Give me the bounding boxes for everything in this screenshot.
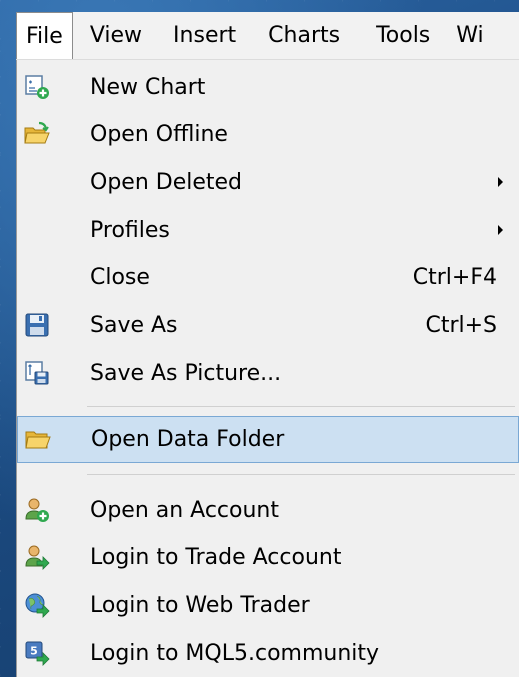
open-folder-icon: [24, 121, 50, 147]
menu-item-save-as-picture[interactable]: Save As Picture...: [17, 350, 519, 396]
submenu-arrow-icon: [498, 225, 503, 235]
menu-item-label: Open Offline: [90, 121, 228, 147]
menu-item-login-trade-account[interactable]: Login to Trade Account: [17, 534, 519, 580]
menu-item-save-as[interactable]: Save As Ctrl+S: [17, 302, 519, 348]
floppy-disk-icon: [24, 312, 50, 338]
menu-item-profiles[interactable]: Profiles: [17, 207, 519, 253]
user-login-icon: [24, 544, 50, 570]
menu-item-login-mql5[interactable]: 5 Login to MQL5.community: [17, 630, 519, 676]
user-add-icon: [24, 497, 50, 523]
menu-bar: File View Insert Charts Tools Wi: [16, 12, 519, 60]
menu-charts[interactable]: Charts: [250, 12, 358, 59]
menu-item-new-chart[interactable]: New Chart: [17, 64, 519, 110]
menu-item-open-data-folder[interactable]: Open Data Folder: [17, 416, 519, 463]
menu-item-label: Login to Web Trader: [90, 592, 310, 618]
menu-item-label: Close: [90, 264, 150, 290]
file-menu-dropdown: New Chart Open Offline Open Deleted Prof…: [16, 60, 519, 677]
menu-item-label: Open an Account: [90, 497, 279, 523]
menu-file[interactable]: File: [16, 12, 73, 59]
menu-tools[interactable]: Tools: [358, 12, 448, 59]
menu-window[interactable]: Wi: [448, 12, 491, 59]
menu-separator: [87, 406, 515, 407]
globe-login-icon: [24, 592, 50, 618]
menu-item-label: Login to Trade Account: [90, 544, 342, 570]
menu-item-label: Profiles: [90, 217, 170, 243]
menu-item-label: Save As Picture...: [90, 360, 282, 386]
save-picture-icon: [24, 360, 50, 386]
menu-view[interactable]: View: [73, 12, 159, 59]
mql5-login-icon: 5: [24, 640, 50, 666]
menu-separator: [87, 474, 515, 475]
folder-icon: [25, 427, 51, 453]
menu-item-open-offline[interactable]: Open Offline: [17, 111, 519, 157]
menu-item-shortcut: Ctrl+F4: [412, 264, 497, 290]
menu-item-close[interactable]: Close Ctrl+F4: [17, 254, 519, 300]
menu-item-open-account[interactable]: Open an Account: [17, 487, 519, 533]
menu-item-label: Save As: [90, 312, 178, 338]
menu-item-label: Open Data Folder: [91, 427, 285, 452]
menu-item-label: Login to MQL5.community: [90, 640, 380, 666]
new-chart-icon: [24, 74, 50, 100]
svg-text:5: 5: [30, 645, 38, 658]
menu-item-label: New Chart: [90, 74, 206, 100]
submenu-arrow-icon: [498, 177, 503, 187]
menu-item-login-web-trader[interactable]: Login to Web Trader: [17, 582, 519, 628]
menu-item-open-deleted[interactable]: Open Deleted: [17, 159, 519, 205]
menu-insert[interactable]: Insert: [159, 12, 250, 59]
menu-item-shortcut: Ctrl+S: [425, 312, 497, 338]
menu-item-label: Open Deleted: [90, 169, 243, 195]
